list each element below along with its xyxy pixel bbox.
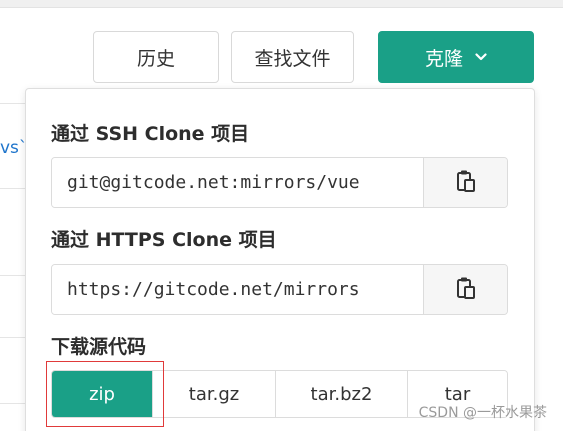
clipboard-icon <box>456 276 476 304</box>
download-tar-gz-button[interactable]: tar.gz <box>153 371 276 417</box>
watermark: CSDN @一杯水果茶 <box>418 405 547 421</box>
find-file-button-label: 查找文件 <box>254 47 331 70</box>
find-file-button[interactable]: 查找文件 <box>231 31 354 83</box>
download-source-title: 下载源代码 <box>51 336 147 358</box>
top-bar <box>0 0 563 8</box>
download-zip-button[interactable]: zip <box>52 371 153 417</box>
clone-button[interactable]: 克隆 <box>378 31 534 83</box>
ssh-url-input[interactable]: git@gitcode.net:mirrors/vue <box>52 158 423 207</box>
history-button-label: 历史 <box>136 47 175 70</box>
chevron-down-icon <box>475 53 487 61</box>
ssh-clone-title: 通过 SSH Clone 项目 <box>51 123 250 145</box>
ssh-url-group: git@gitcode.net:mirrors/vue <box>51 157 508 208</box>
download-tar-bz2-button[interactable]: tar.bz2 <box>276 371 408 417</box>
clipboard-icon <box>456 169 476 197</box>
copy-ssh-url-button[interactable] <box>423 158 507 207</box>
background-text-fragment: vs` <box>0 138 28 158</box>
https-url-group: https://gitcode.net/mirrors <box>51 264 508 315</box>
clone-button-label: 克隆 <box>424 47 463 70</box>
https-clone-title: 通过 HTTPS Clone 项目 <box>51 229 277 251</box>
copy-https-url-button[interactable] <box>423 265 507 314</box>
https-url-input[interactable]: https://gitcode.net/mirrors <box>52 265 423 314</box>
history-button[interactable]: 历史 <box>93 31 219 83</box>
